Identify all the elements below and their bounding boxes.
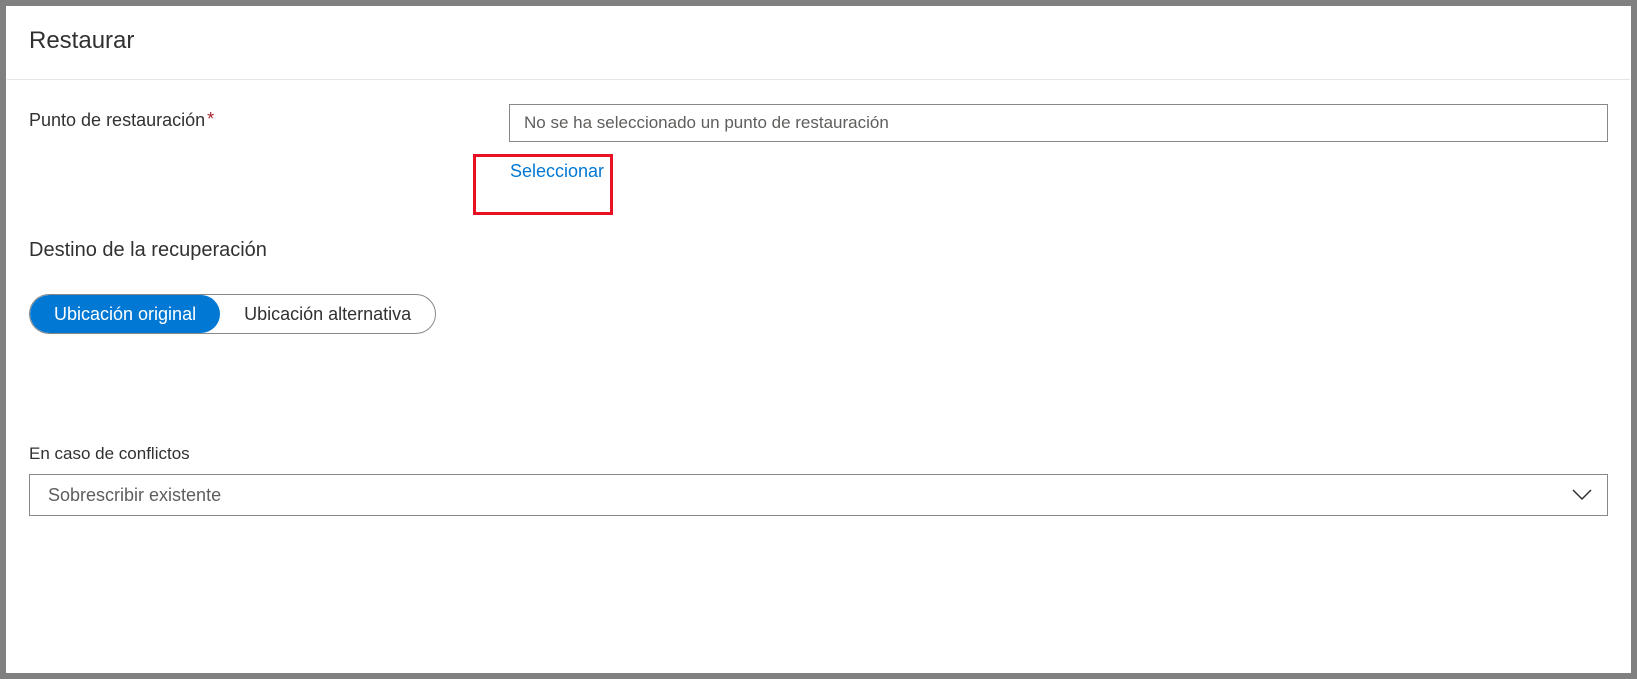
select-restore-point-link[interactable]: Seleccionar — [510, 161, 604, 181]
select-link-highlight: Seleccionar — [473, 154, 613, 215]
restore-panel: Restaurar Punto de restauración* Selecci… — [6, 6, 1631, 673]
conflicts-select-wrap: Sobrescribir existente — [29, 474, 1608, 516]
conflicts-label: En caso de conflictos — [29, 444, 1608, 464]
conflicts-select[interactable]: Sobrescribir existente — [29, 474, 1608, 516]
destination-toggle: Ubicación original Ubicación alternativa — [29, 294, 436, 334]
restore-point-row: Punto de restauración* Seleccionar — [29, 104, 1608, 215]
panel-content: Punto de restauración* Seleccionar Desti… — [7, 80, 1630, 672]
conflicts-selected-value: Sobrescribir existente — [48, 485, 221, 506]
page-title: Restaurar — [29, 27, 1608, 55]
destination-alternate-button[interactable]: Ubicación alternativa — [220, 295, 435, 333]
restore-point-label: Punto de restauración* — [29, 104, 509, 131]
panel-header: Restaurar — [7, 7, 1630, 80]
restore-point-input[interactable] — [509, 104, 1608, 142]
destination-original-button[interactable]: Ubicación original — [30, 295, 220, 333]
restore-point-field: Seleccionar — [509, 104, 1608, 215]
required-asterisk: * — [207, 109, 214, 129]
restore-point-label-text: Punto de restauración — [29, 110, 205, 130]
destination-title: Destino de la recuperación — [29, 239, 1608, 262]
